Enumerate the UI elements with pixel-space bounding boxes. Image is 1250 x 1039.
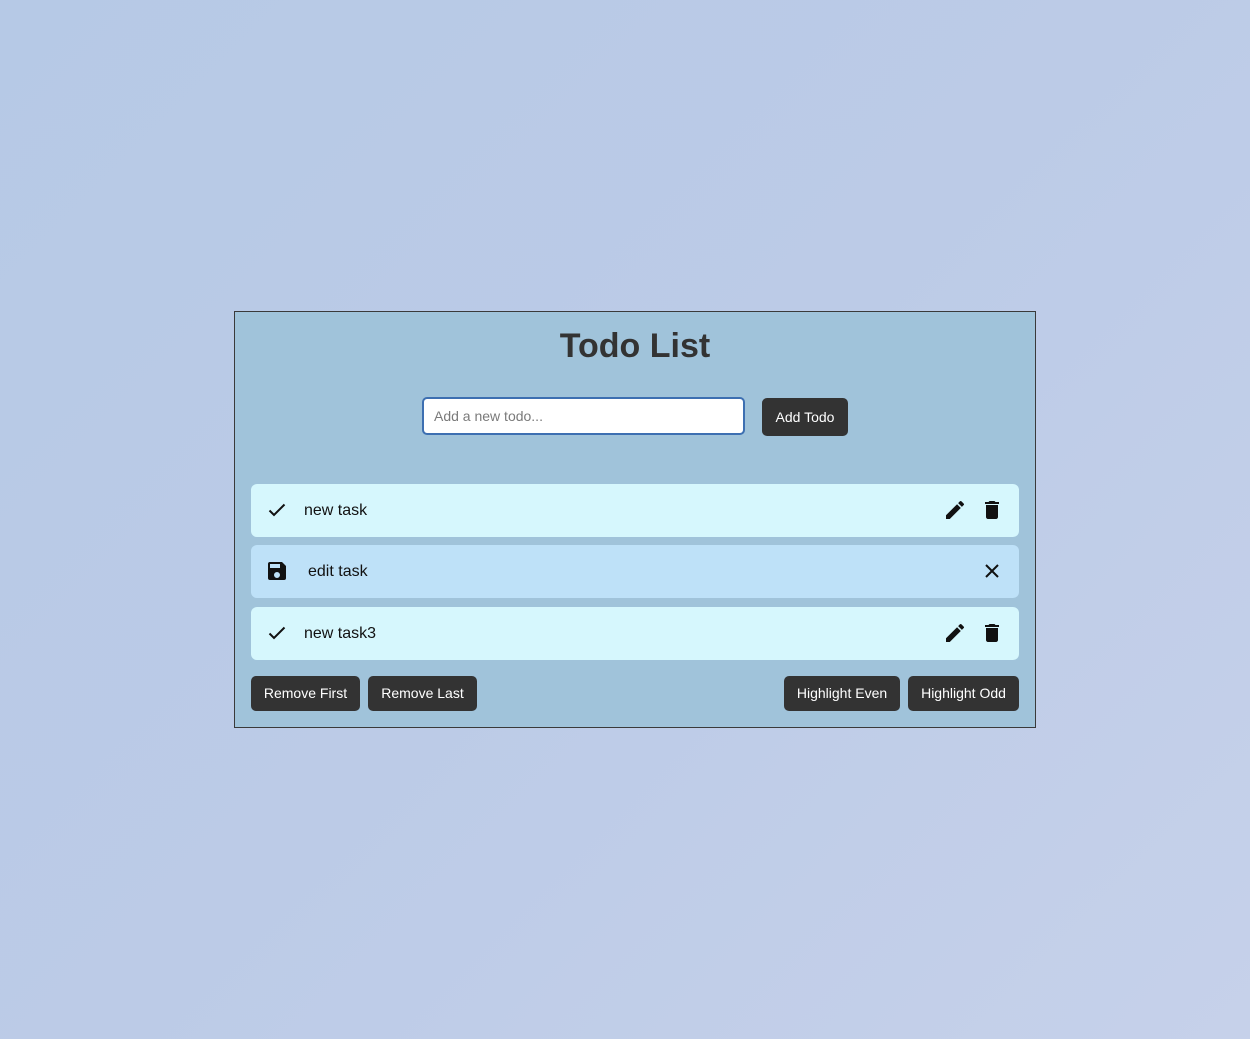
todo-item: new task3 xyxy=(251,607,1019,660)
todo-panel: Todo List Add Todo new task new task3 xyxy=(234,311,1036,728)
pencil-icon[interactable] xyxy=(943,621,967,645)
edit-todo-input[interactable] xyxy=(308,559,908,585)
remove-first-button[interactable]: Remove First xyxy=(251,676,360,711)
trash-icon[interactable] xyxy=(980,498,1004,522)
close-icon[interactable] xyxy=(980,559,1004,583)
new-todo-input[interactable] xyxy=(422,397,745,435)
trash-icon[interactable] xyxy=(980,621,1004,645)
remove-last-button[interactable]: Remove Last xyxy=(368,676,477,711)
todo-item: new task xyxy=(251,484,1019,537)
check-icon[interactable] xyxy=(265,621,289,645)
highlight-odd-button[interactable]: Highlight Odd xyxy=(908,676,1019,711)
todo-text: new task3 xyxy=(304,625,377,642)
todo-item-editing xyxy=(251,545,1019,598)
pencil-icon[interactable] xyxy=(943,498,967,522)
add-todo-button[interactable]: Add Todo xyxy=(762,398,848,436)
todo-text: new task xyxy=(304,502,368,519)
save-icon[interactable] xyxy=(265,559,289,583)
highlight-even-button[interactable]: Highlight Even xyxy=(784,676,900,711)
page-title: Todo List xyxy=(559,327,711,365)
check-icon[interactable] xyxy=(265,498,289,522)
